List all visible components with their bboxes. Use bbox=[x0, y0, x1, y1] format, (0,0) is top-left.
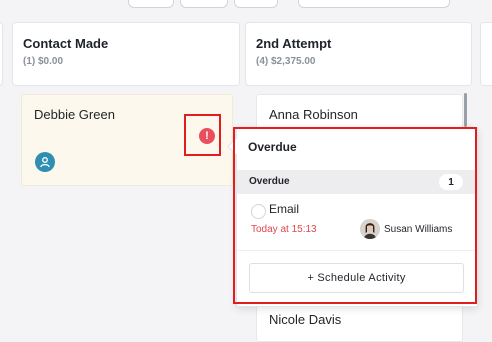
column-title: 2nd Attempt bbox=[256, 36, 332, 51]
toolbar-button-a[interactable] bbox=[128, 0, 174, 8]
column-partial-left bbox=[0, 22, 3, 332]
column-header: Contact Made (1) $0.00 bbox=[12, 22, 240, 86]
column-scrollbar[interactable] bbox=[464, 93, 467, 127]
column-summary: (4) $2,375.00 bbox=[256, 56, 316, 67]
column-title: Contact Made bbox=[23, 36, 109, 51]
toolbar-button-b[interactable] bbox=[180, 0, 228, 8]
alert-symbol: ! bbox=[205, 130, 209, 142]
person-icon bbox=[35, 152, 55, 172]
column-header: 2nd Attempt (4) $2,375.00 bbox=[245, 22, 472, 86]
toolbar-button-c[interactable] bbox=[234, 0, 278, 8]
toolbar-search-input[interactable] bbox=[298, 0, 450, 8]
alert-icon[interactable]: ! bbox=[199, 128, 215, 144]
column-summary: (1) $0.00 bbox=[23, 56, 64, 67]
column-header bbox=[0, 22, 3, 86]
column-header bbox=[480, 22, 492, 86]
deal-card-title: Nicole Davis bbox=[269, 312, 342, 327]
deal-card-title: Anna Robinson bbox=[269, 107, 358, 122]
column-partial-right bbox=[480, 22, 492, 332]
deal-card-title: Debbie Green bbox=[34, 107, 115, 122]
highlight-box-popover bbox=[233, 127, 477, 304]
top-toolbar-fragment bbox=[0, 0, 492, 12]
